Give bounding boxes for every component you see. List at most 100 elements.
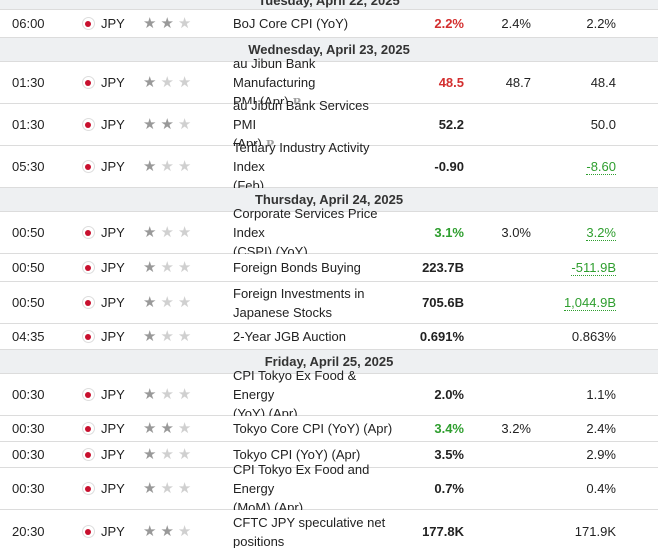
event-row[interactable]: 00:50 JPY ★ ★ ★ Foreign Investments in Japanes… (0, 282, 658, 324)
star-empty-icon: ★ (177, 420, 192, 437)
importance-stars: ★ ★ ★ (143, 254, 203, 281)
star-empty-icon: ★ (177, 386, 192, 403)
actual-value: 3.5% (434, 447, 464, 462)
event-previous: 2.4% (540, 416, 616, 441)
event-name[interactable]: Tokyo Core CPI (YoY) (Apr) (233, 416, 393, 441)
event-name[interactable]: Corporate Services Price Index (CSPI) (Yo… (233, 206, 393, 259)
event-row[interactable]: 00:50 JPY ★ ★ ★ Corporate Services Price Inde… (0, 206, 658, 259)
event-time: 04:35 (12, 329, 45, 344)
previous-value: 2.4% (586, 421, 616, 436)
importance-stars: ★ ★ ★ (143, 510, 203, 548)
event-name-line[interactable]: Tertiary Industry Activity Index (233, 138, 393, 176)
event-name-text[interactable]: BoJ Core CPI (YoY) (233, 14, 348, 33)
event-name-line[interactable]: CFTC JPY speculative net (233, 513, 385, 532)
flag-cell (80, 282, 96, 323)
event-name-line[interactable]: 2-Year JGB Auction (233, 327, 346, 346)
event-name[interactable]: Tertiary Industry Activity Index (Feb) (233, 140, 393, 193)
star-filled-icon: ★ (143, 15, 157, 32)
importance-stars: ★ ★ ★ (143, 468, 203, 509)
event-name-line[interactable]: au Jibun Bank Manufacturing (233, 54, 393, 92)
event-previous: 50.0 (540, 104, 616, 145)
event-name[interactable]: CFTC JPY speculative net positions (233, 510, 393, 548)
event-time: 00:30 (12, 421, 45, 436)
actual-value: -0.90 (434, 159, 464, 174)
star-filled-icon: ★ (143, 386, 157, 403)
event-name[interactable]: CPI Tokyo Ex Food and Energy (MoM) (Apr) (233, 462, 393, 515)
flag-cell (80, 104, 96, 145)
flag-cell (80, 442, 96, 467)
flag-cell (80, 324, 96, 349)
event-forecast (470, 324, 531, 349)
event-forecast (470, 146, 531, 187)
event-name[interactable]: Foreign Investments in Japanese Stocks (233, 282, 393, 323)
event-currency: JPY (101, 387, 125, 402)
event-currency: JPY (101, 421, 125, 436)
event-forecast: 3.0% (501, 225, 531, 240)
event-row[interactable]: 20:30 JPY ★ ★ ★ CFTC JPY speculative net posit… (0, 510, 658, 548)
event-actual: 2.0% (395, 374, 464, 415)
event-name-line[interactable]: CPI Tokyo Ex Food and Energy (233, 460, 393, 498)
star-filled-icon: ★ (160, 523, 174, 540)
previous-value: 48.4 (590, 75, 616, 90)
importance-stars: ★ ★ ★ (143, 212, 203, 253)
event-name[interactable]: Foreign Bonds Buying (233, 254, 393, 281)
star-empty-icon: ★ (160, 328, 174, 345)
event-name-text[interactable]: Tokyo Core CPI (YoY) (Apr) (233, 419, 392, 438)
event-actual: 52.2 (395, 104, 464, 145)
previous-value[interactable]: -511.9B (571, 260, 616, 276)
star-empty-icon: ★ (177, 294, 192, 311)
event-row[interactable]: 04:35 JPY ★ ★ ★ 2-Year JGB Auction 0.691% 0.863… (0, 324, 658, 350)
flag-cell (80, 374, 96, 415)
event-row[interactable]: 00:30 JPY ★ ★ ★ CPI Tokyo Ex Food & Energy (Yo… (0, 368, 658, 421)
event-name-line[interactable]: Foreign Bonds Buying (233, 258, 361, 277)
event-name-text[interactable]: Foreign Investments in Japanese Stocks (233, 284, 365, 322)
event-name-line[interactable]: au Jibun Bank Services PMI (233, 96, 393, 134)
japan-flag-icon (81, 296, 95, 309)
previous-value[interactable]: 1,044.9B (563, 295, 616, 311)
event-forecast (470, 468, 531, 509)
event-name-line[interactable]: Foreign Investments in (233, 284, 365, 303)
event-currency: JPY (101, 16, 125, 31)
previous-value[interactable]: -8.60 (586, 159, 616, 175)
star-filled-icon: ★ (160, 420, 174, 437)
importance-stars: ★ ★ ★ (143, 282, 203, 323)
event-name-text[interactable]: CPI Tokyo Ex Food and Energy (MoM) (Apr) (233, 460, 393, 517)
event-name-text[interactable]: 2-Year JGB Auction (233, 327, 346, 346)
event-name-line[interactable]: Tokyo Core CPI (YoY) (Apr) (233, 419, 392, 438)
event-name[interactable]: BoJ Core CPI (YoY) (233, 10, 393, 37)
star-filled-icon: ★ (143, 224, 157, 241)
star-empty-icon: ★ (160, 386, 174, 403)
event-previous: 2.2% (540, 10, 616, 37)
event-row[interactable]: 00:30 JPY ★ ★ ★ Tokyo Core CPI (YoY) (Apr) 3.4… (0, 416, 658, 442)
event-name-line[interactable]: Japanese Stocks (233, 305, 332, 320)
event-name-line[interactable]: Corporate Services Price Index (233, 204, 393, 242)
event-name-line[interactable]: CPI Tokyo Ex Food & Energy (233, 366, 393, 404)
star-empty-icon: ★ (160, 224, 174, 241)
japan-flag-icon (81, 422, 95, 435)
event-name[interactable]: CPI Tokyo Ex Food & Energy (YoY) (Apr) (233, 368, 393, 421)
event-name-text[interactable]: Tertiary Industry Activity Index (Feb) (233, 138, 393, 195)
japan-flag-icon (81, 261, 95, 274)
event-name-line[interactable]: positions (233, 534, 284, 548)
event-row[interactable]: 00:30 JPY ★ ★ ★ CPI Tokyo Ex Food and Energy(… (0, 462, 658, 515)
event-row[interactable]: 06:00 JPY ★ ★ ★ BoJ Core CPI (YoY) 2.2% 2.4% 2.2… (0, 10, 658, 38)
event-row[interactable]: 00:50 JPY ★ ★ ★ Foreign Bonds Buying 223.7B -51… (0, 254, 658, 282)
event-row[interactable]: 05:30 JPY ★ ★ ★ Tertiary Industry Activity In… (0, 140, 658, 193)
event-time: 01:30 (12, 117, 45, 132)
event-name-text[interactable]: Foreign Bonds Buying (233, 258, 361, 277)
star-filled-icon: ★ (143, 158, 157, 175)
event-name-text[interactable]: CPI Tokyo Ex Food & Energy (YoY) (Apr) (233, 366, 393, 423)
japan-flag-icon (81, 330, 95, 343)
star-empty-icon: ★ (177, 116, 192, 133)
event-name-line[interactable]: BoJ Core CPI (YoY) (233, 14, 348, 33)
event-name[interactable]: 2-Year JGB Auction (233, 324, 393, 349)
day-header: Tuesday, April 22, 2025 (0, 0, 658, 10)
previous-value[interactable]: 3.2% (586, 225, 616, 241)
event-name-text[interactable]: Corporate Services Price Index (CSPI) (Yo… (233, 204, 393, 261)
event-currency: JPY (101, 225, 125, 240)
event-actual: 0.691% (395, 324, 464, 349)
japan-flag-icon (81, 17, 95, 30)
event-currency: JPY (101, 117, 125, 132)
japan-flag-icon (81, 160, 95, 173)
event-name-text[interactable]: CFTC JPY speculative net positions (233, 513, 385, 548)
